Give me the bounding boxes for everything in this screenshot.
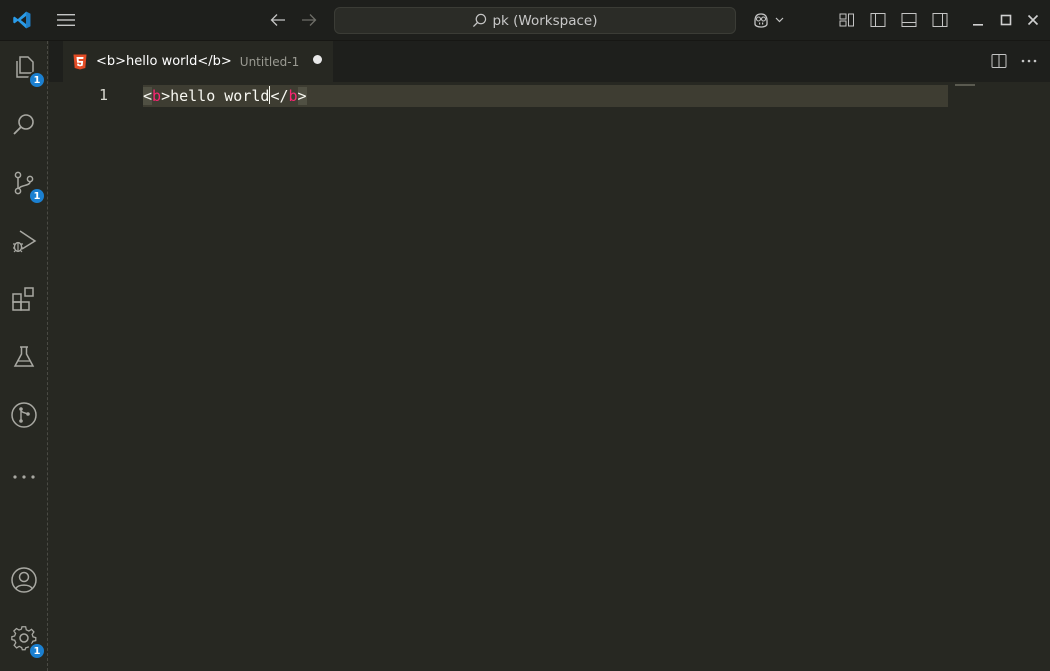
activity-search[interactable]: [0, 103, 48, 151]
tab-title: <b>hello world</b>: [96, 54, 232, 69]
explorer-badge: 1: [28, 71, 46, 89]
close-window-icon[interactable]: [1021, 8, 1045, 32]
minimize-icon[interactable]: [966, 8, 990, 32]
editor-actions: [988, 50, 1040, 72]
more-horizontal-icon: [11, 466, 37, 485]
menu-icon[interactable]: [54, 8, 78, 32]
extensions-icon: [10, 285, 38, 317]
git-graph-icon: [10, 401, 38, 433]
manage-badge: 1: [28, 642, 46, 660]
command-center-search[interactable]: pk (Workspace): [334, 7, 736, 34]
back-arrow-icon[interactable]: [266, 8, 290, 32]
source-control-badge: 1: [28, 187, 46, 205]
activity-run-debug[interactable]: [0, 219, 48, 267]
activity-manage[interactable]: 1: [0, 616, 48, 664]
split-editor-icon[interactable]: [988, 50, 1010, 72]
activity-testing[interactable]: [0, 335, 48, 383]
code-editor[interactable]: 1 <b>hello world</b>: [49, 82, 1050, 671]
customize-layout-icon[interactable]: [835, 8, 859, 32]
activity-source-control[interactable]: 1: [0, 161, 48, 209]
open-tag-name: b: [152, 87, 162, 105]
search-text: pk (Workspace): [492, 12, 598, 29]
close-tag-gt: >: [297, 87, 307, 105]
maximize-icon[interactable]: [994, 8, 1018, 32]
close-tag-lt: </: [270, 87, 289, 105]
text-content: hello world: [170, 87, 270, 105]
flask-icon: [11, 344, 37, 374]
open-tag-lt: <: [143, 87, 153, 105]
search-icon: [472, 13, 487, 28]
toggle-panel-icon[interactable]: [897, 8, 921, 32]
html5-icon: [73, 54, 87, 70]
activity-explorer[interactable]: 1: [0, 45, 48, 93]
activity-accounts[interactable]: [0, 558, 48, 606]
activity-bar: 1 1 1: [0, 41, 48, 671]
account-icon: [10, 566, 38, 598]
more-actions-icon[interactable]: [1018, 50, 1040, 72]
activity-more[interactable]: [0, 451, 48, 499]
toggle-primary-sidebar-icon[interactable]: [866, 8, 890, 32]
copilot-icon[interactable]: [750, 8, 790, 32]
activity-git-graph[interactable]: [0, 393, 48, 441]
tab-description: Untitled-1: [239, 54, 300, 69]
close-tag-name: b: [288, 87, 298, 105]
minimap-line: [955, 84, 975, 86]
unsaved-dot-icon[interactable]: [313, 54, 323, 64]
run-debug-icon: [10, 227, 38, 259]
forward-arrow-icon[interactable]: [297, 8, 321, 32]
toggle-secondary-sidebar-icon[interactable]: [928, 8, 952, 32]
title-bar: pk (Workspace): [0, 0, 1050, 41]
search-icon: [11, 112, 37, 142]
editor-tab[interactable]: <b>hello world</b> Untitled-1: [63, 41, 333, 82]
editor-tab-bar: <b>hello world</b> Untitled-1: [49, 41, 1050, 82]
open-tag-gt: >: [161, 87, 171, 105]
code-line[interactable]: <b>hello world</b>: [143, 86, 307, 105]
vscode-logo-icon: [10, 8, 34, 32]
activity-extensions[interactable]: [0, 277, 48, 325]
line-number: 1: [99, 86, 109, 104]
